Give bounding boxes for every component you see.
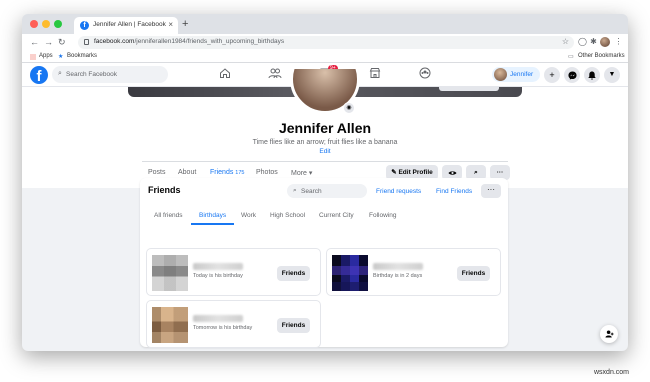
profile-shortcut[interactable]: Jennifer xyxy=(492,67,540,82)
friend-photo[interactable] xyxy=(332,255,368,291)
facebook-logo-icon[interactable]: f xyxy=(30,66,48,85)
find-friends-link[interactable]: Find Friends xyxy=(436,188,472,195)
screenshot-stage: f Jennifer Allen | Facebook × + ← → ↻ fa… xyxy=(0,0,650,382)
tab-title: Jennifer Allen | Facebook xyxy=(93,21,166,28)
zoom-window-button[interactable] xyxy=(54,20,62,28)
friends-card-title: Friends xyxy=(148,185,181,195)
tab-friends-label: Friends xyxy=(210,169,234,176)
url-host: facebook.com xyxy=(94,38,135,45)
friend-name-blurred[interactable] xyxy=(373,263,423,270)
minimize-window-button[interactable] xyxy=(42,20,50,28)
camera-icon[interactable]: ◉ xyxy=(343,102,355,114)
address-bar[interactable]: facebook.com/jenniferallen1984/friends_w… xyxy=(78,36,574,49)
lock-icon xyxy=(84,39,89,45)
reload-icon[interactable]: ↻ xyxy=(58,37,66,47)
tab-friends[interactable]: Friends 175 xyxy=(210,169,244,176)
extensions-puzzle-icon[interactable]: ✱ xyxy=(589,37,598,46)
friends-search-input[interactable]: ⌕ Search xyxy=(287,184,367,198)
bookmarks-bar: Apps ★ Bookmarks ▭ Other Bookmarks xyxy=(22,51,628,63)
forward-icon[interactable]: → xyxy=(44,37,53,47)
friends-icon[interactable] xyxy=(264,67,286,83)
friend-requests-link[interactable]: Friend requests xyxy=(376,188,421,195)
tab-strip: f Jennifer Allen | Facebook × + xyxy=(22,14,628,34)
bookmark-bookmarks[interactable]: Bookmarks xyxy=(67,53,97,59)
friends-card: Friends ⌕ Search Friend requests Find Fr… xyxy=(140,178,508,348)
friend-birthday-text: Tomorrow is his birthday xyxy=(193,325,253,331)
account-menu-icon[interactable]: ▼ xyxy=(604,67,620,83)
browser-menu-icon[interactable]: ⋮ xyxy=(614,37,623,46)
friend-card[interactable]: Today is his birthday Friends xyxy=(146,248,321,296)
notifications-icon[interactable] xyxy=(584,67,600,83)
friends-button[interactable]: Friends xyxy=(457,266,490,281)
avatar xyxy=(494,68,507,81)
new-tab-button[interactable]: + xyxy=(182,18,188,30)
friends-button[interactable]: Friends xyxy=(277,266,310,281)
home-icon[interactable] xyxy=(214,67,236,83)
browser-profile-avatar[interactable] xyxy=(600,37,610,47)
active-tab-indicator xyxy=(191,223,234,225)
tab-birthdays[interactable]: Birthdays xyxy=(199,212,226,219)
url-text: facebook.com/jenniferallen1984/friends_w… xyxy=(94,38,284,45)
friend-card[interactable]: Tomorrow is his birthday Friends xyxy=(146,300,321,348)
browser-toolbar: ← → ↻ facebook.com/jenniferallen1984/fri… xyxy=(22,34,628,51)
friend-name-blurred[interactable] xyxy=(193,263,243,270)
photo-overlay xyxy=(152,307,188,343)
url-path: /jenniferallen1984/friends_with_upcoming… xyxy=(134,38,285,45)
profile-shortcut-name: Jennifer xyxy=(510,71,534,78)
friends-count: 175 xyxy=(235,170,245,176)
friends-more-button[interactable]: ··· xyxy=(481,184,501,198)
profile-bio: Time flies like an arrow; fruit flies li… xyxy=(252,139,398,146)
bookmark-other[interactable]: Other Bookmarks xyxy=(578,53,625,59)
friend-name-blurred[interactable] xyxy=(193,315,243,322)
friend-photo[interactable] xyxy=(152,307,188,343)
tab-current-city[interactable]: Current City xyxy=(319,212,354,219)
friends-button[interactable]: Friends xyxy=(277,318,310,333)
tab-following[interactable]: Following xyxy=(369,212,396,219)
tab-posts[interactable]: Posts xyxy=(148,169,166,176)
edit-bio-link[interactable]: Edit xyxy=(22,148,628,155)
friend-photo[interactable] xyxy=(152,255,188,291)
watermark-text: wsxdn.com xyxy=(594,369,630,376)
facebook-search-input[interactable]: ⌕ Search Facebook xyxy=(52,66,168,83)
tab-close-icon[interactable]: × xyxy=(168,20,173,29)
divider xyxy=(142,161,508,162)
tab-high-school[interactable]: High School xyxy=(270,212,305,219)
create-plus-icon[interactable]: + xyxy=(544,67,560,83)
extension-circle-icon[interactable]: ◯ xyxy=(578,37,587,46)
edit-profile-label: Edit Profile xyxy=(398,169,433,176)
search-icon: ⌕ xyxy=(293,187,297,194)
profile-header: ◉ Jennifer Allen Time flies like an arro… xyxy=(22,69,628,188)
tab-photos[interactable]: Photos xyxy=(256,169,278,176)
folder-icon: ▭ xyxy=(568,54,574,60)
back-icon[interactable]: ← xyxy=(30,37,39,47)
friend-birthday-text: Today is his birthday xyxy=(193,273,243,279)
browser-window: f Jennifer Allen | Facebook × + ← → ↻ fa… xyxy=(22,14,628,351)
groups-icon[interactable] xyxy=(414,67,436,83)
tab-more[interactable]: More ▾ xyxy=(291,169,312,177)
friend-birthday-text: Birthday is in 2 days xyxy=(373,273,423,279)
bookmark-apps[interactable]: Apps xyxy=(39,53,53,59)
marketplace-icon[interactable] xyxy=(364,67,386,83)
tab-about[interactable]: About xyxy=(178,169,196,176)
search-icon: ⌕ xyxy=(58,70,62,77)
messenger-icon[interactable] xyxy=(564,67,580,83)
new-chat-contacts-icon[interactable] xyxy=(600,325,618,343)
close-window-button[interactable] xyxy=(30,20,38,28)
tab-all-friends[interactable]: All friends xyxy=(154,212,183,219)
search-placeholder: Search Facebook xyxy=(66,71,117,78)
facebook-favicon-icon: f xyxy=(80,21,89,30)
friend-card[interactable]: Birthday is in 2 days Friends xyxy=(326,248,501,296)
edit-cover-button[interactable] xyxy=(439,87,499,91)
photo-overlay xyxy=(332,255,368,291)
apps-grid-icon xyxy=(30,54,36,60)
bookmark-star-icon: ★ xyxy=(58,54,64,60)
profile-name: Jennifer Allen xyxy=(278,120,372,136)
bookmark-star-icon[interactable]: ☆ xyxy=(562,37,569,46)
friends-search-placeholder: Search xyxy=(301,187,322,195)
tab-work[interactable]: Work xyxy=(241,212,256,219)
browser-tab[interactable]: f Jennifer Allen | Facebook × xyxy=(74,17,178,34)
